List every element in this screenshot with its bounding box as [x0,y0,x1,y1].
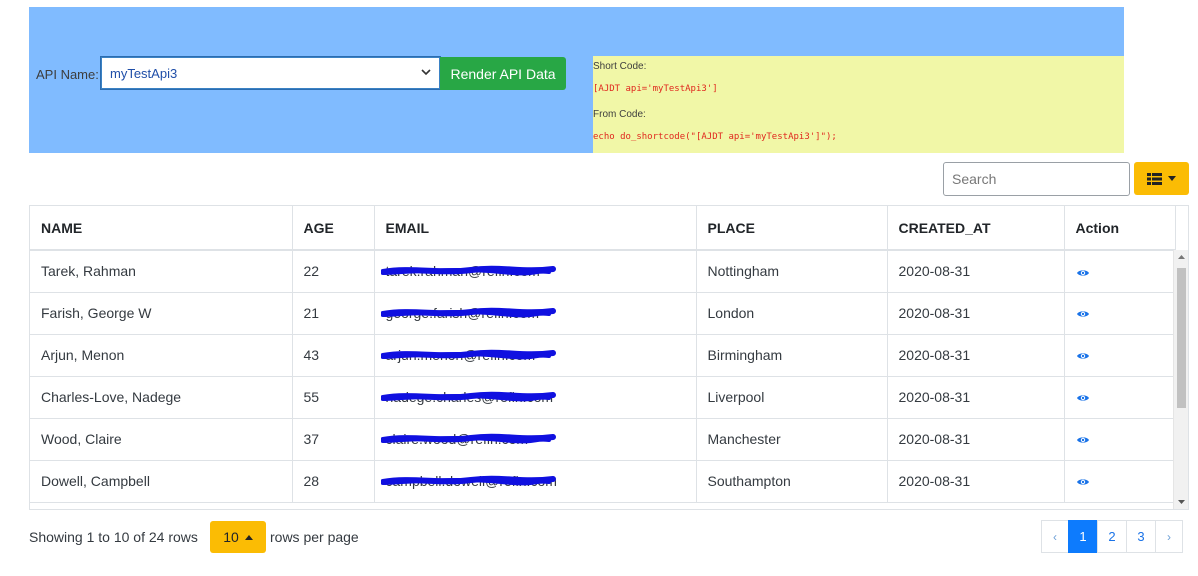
api-name-label: API Name: [36,67,99,82]
column-header-name[interactable]: NAME [30,206,293,251]
cell-email: george.farish@refin.com [374,292,697,335]
redaction-scribble [380,475,556,485]
rows-per-page-text: rows per page [270,529,359,545]
page-size-value: 10 [223,529,239,545]
redaction-scribble [380,349,556,359]
cell-name: Farish, George W [30,292,293,335]
cell-action [1064,292,1176,335]
cell-action [1064,334,1176,377]
cell-name: Arjun, Menon [30,334,293,377]
column-header-action: Action [1064,206,1176,251]
scroll-thumb[interactable] [1177,268,1186,408]
table-row: Wood, Claire 37 claire.wood@refin.com Manch… [30,418,1176,461]
from-code-value: echo do_shortcode("[AJDT api='myTestApi3… [593,132,837,142]
table-row: Arjun, Menon 43 arjun.menon@refin.com Birmi… [30,334,1176,377]
api-select-value: myTestApi3 [110,66,178,81]
render-api-data-button[interactable]: Render API Data [440,57,566,90]
scroll-down-icon[interactable] [1177,497,1186,506]
prev-page-button[interactable]: ‹ [1041,520,1069,553]
table-row: Tarek, Rahman 22 tarek.rahman@refin.com Not… [30,250,1176,293]
redaction-scribble [380,265,556,276]
eye-icon[interactable] [1076,309,1090,319]
cell-age: 22 [292,250,375,293]
cell-name: Wood, Claire [30,418,293,461]
from-code-label: From Code: [593,109,646,120]
cell-email: tarek.rahman@refin.com [374,250,697,293]
eye-icon[interactable] [1076,351,1090,361]
cell-name: Tarek, Rahman [30,250,293,293]
cell-action [1064,250,1176,293]
cell-email: nadege.charles@refin.com [374,376,697,419]
table-row: Charles-Love, Nadege 55 nadege.charles@ref… [30,376,1176,419]
columns-toggle-button[interactable] [1134,162,1189,195]
cell-age: 37 [292,418,375,461]
cell-place: Nottingham [696,250,888,293]
data-table: NAME AGE EMAIL PLACE CREATED_AT Action T… [29,205,1189,510]
cell-name: Charles-Love, Nadege [30,376,293,419]
cell-place: London [696,292,888,335]
next-page-button[interactable]: › [1155,520,1183,553]
cell-email: claire.wood@refin.com [374,418,697,461]
column-header-email[interactable]: EMAIL [374,206,697,251]
api-panel: API Name: myTestApi3 Render API Data Sho… [29,7,1124,153]
redaction-scribble [380,307,556,317]
column-header-created-at[interactable]: CREATED_AT [887,206,1065,251]
page-button-1[interactable]: 1 [1068,520,1098,553]
cell-age: 28 [292,460,375,503]
column-header-age[interactable]: AGE [292,206,375,251]
cell-place: Liverpool [696,376,888,419]
page-button-2[interactable]: 2 [1097,520,1127,553]
short-code-label: Short Code: [593,61,647,72]
cell-created-at: 2020-08-31 [887,292,1065,335]
cell-created-at: 2020-08-31 [887,376,1065,419]
cell-place: Birmingham [696,334,888,377]
code-panel: Short Code: [AJDT api='myTestApi3'] From… [593,56,1124,153]
cell-name: Dowell, Campbell [30,460,293,503]
page-button-3[interactable]: 3 [1126,520,1156,553]
page-size-dropdown[interactable]: 10 [210,521,266,553]
eye-icon[interactable] [1076,477,1090,487]
cell-action [1064,376,1176,419]
cell-email: campbell.dowell@refin.com [374,460,697,503]
showing-rows-text: Showing 1 to 10 of 24 rows [29,529,198,545]
redaction-scribble [380,433,556,443]
pagination: ‹ 1 2 3 › [1041,520,1183,553]
cell-created-at: 2020-08-31 [887,250,1065,293]
cell-age: 43 [292,334,375,377]
short-code-value: [AJDT api='myTestApi3'] [593,84,718,94]
cell-action [1064,418,1176,461]
search-input[interactable] [943,162,1130,196]
cell-created-at: 2020-08-31 [887,418,1065,461]
eye-icon[interactable] [1076,393,1090,403]
eye-icon[interactable] [1076,268,1090,278]
table-header-row: NAME AGE EMAIL PLACE CREATED_AT Action [30,206,1176,251]
cell-created-at: 2020-08-31 [887,334,1065,377]
table-body: Tarek, Rahman 22 tarek.rahman@refin.com Not… [30,250,1176,503]
cell-action [1064,460,1176,503]
cell-age: 21 [292,292,375,335]
caret-up-icon [244,534,253,540]
api-name-select[interactable]: myTestApi3 [101,57,440,89]
scroll-up-icon[interactable] [1177,253,1186,262]
table-row: Farish, George W 21 george.farish@refin.co… [30,292,1176,335]
cell-created-at: 2020-08-31 [887,460,1065,503]
chevron-down-icon [421,69,431,76]
table-scrollbar[interactable] [1173,250,1188,509]
eye-icon[interactable] [1076,435,1090,445]
redaction-scribble [380,391,556,401]
cell-place: Southampton [696,460,888,503]
column-header-place[interactable]: PLACE [696,206,888,251]
cell-age: 55 [292,376,375,419]
table-row: Dowell, Campbell 28 campbell.dowell@refin.… [30,460,1176,503]
cell-email: arjun.menon@refin.com [374,334,697,377]
list-icon [1147,172,1162,185]
caret-down-icon [1168,176,1176,181]
cell-place: Manchester [696,418,888,461]
